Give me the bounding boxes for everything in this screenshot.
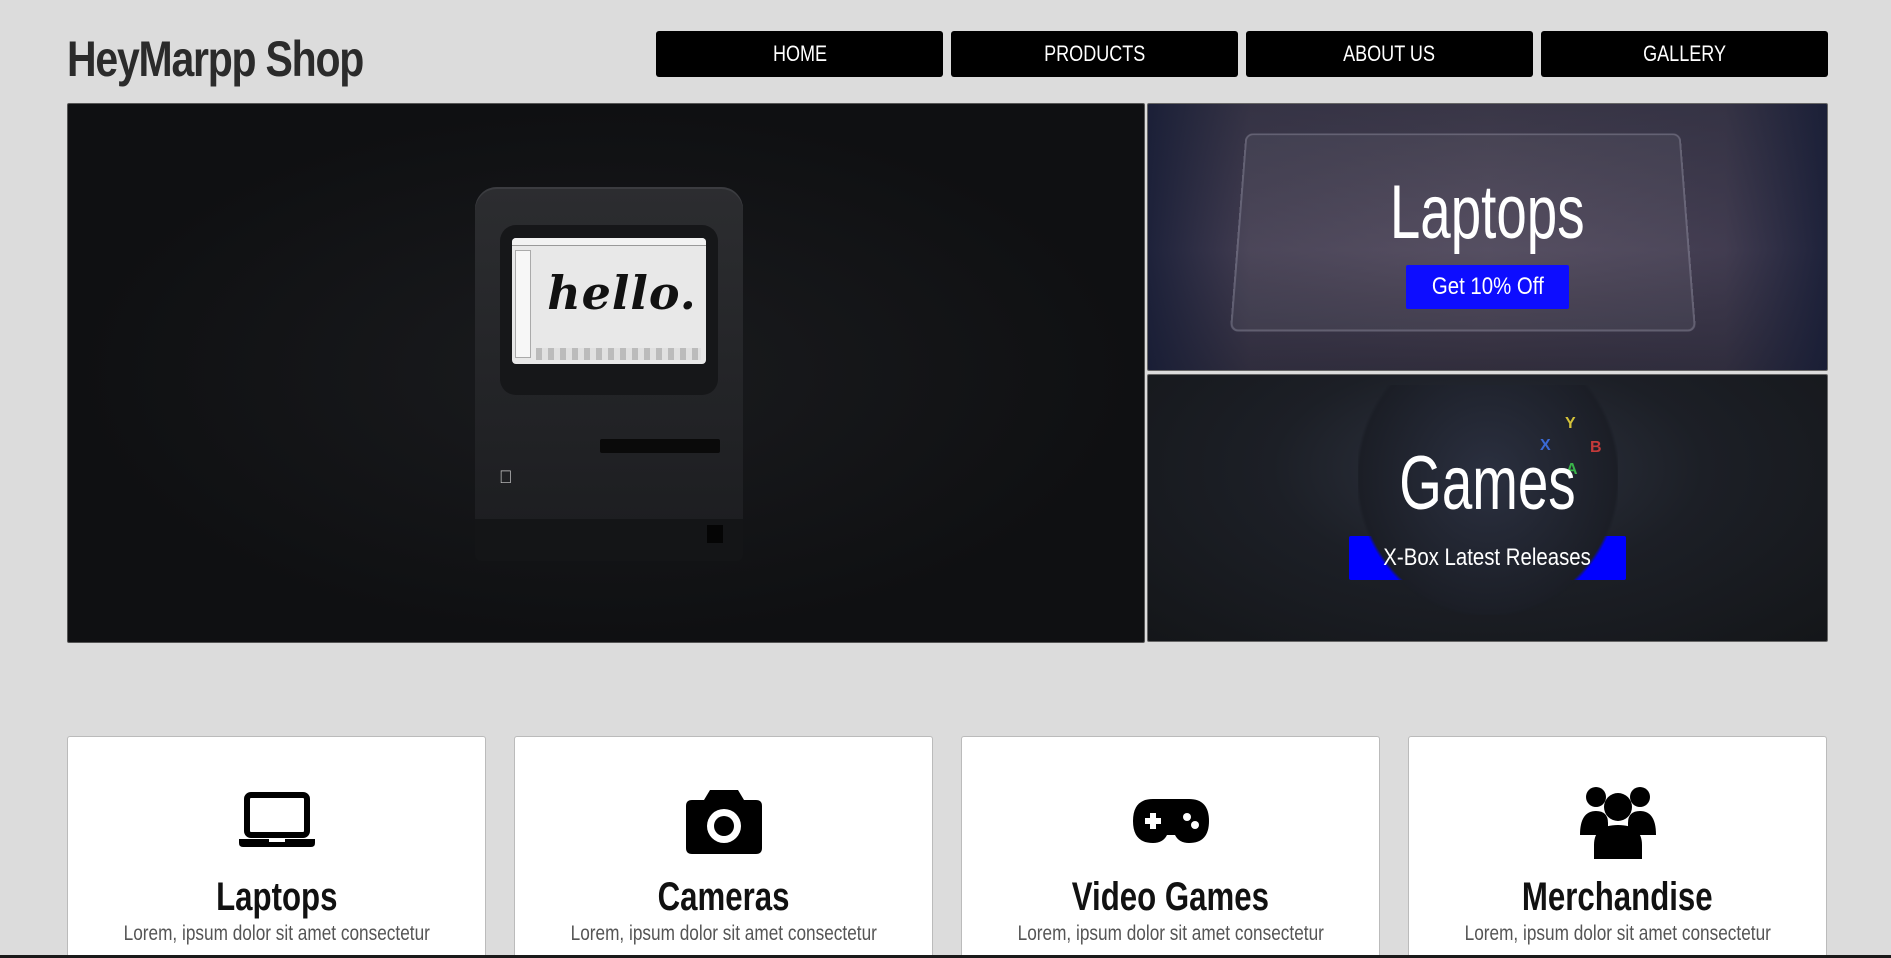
nav-home-label: HOME xyxy=(772,41,827,66)
nav-gallery-button[interactable]: GALLERY xyxy=(1541,31,1828,77)
screen-toolbox xyxy=(515,250,531,358)
controller-y-icon: Y xyxy=(1565,415,1576,432)
category-card-laptops[interactable]: Laptops Lorem, ipsum dolor sit amet cons… xyxy=(67,736,486,958)
computer-port xyxy=(707,525,723,543)
card-description: Lorem, ipsum dolor sit amet consectetur xyxy=(123,922,430,945)
screen-pattern-bar xyxy=(536,348,701,360)
gamepad-icon xyxy=(1131,781,1211,861)
nav-home-button[interactable]: HOME xyxy=(656,31,943,77)
nav-about-label: ABOUT US xyxy=(1343,41,1436,66)
hero-main-image: hello.  xyxy=(67,103,1145,643)
computer-body: hello.  xyxy=(475,187,743,524)
promo-games-title: Games xyxy=(1399,441,1576,526)
card-title: Laptops xyxy=(215,875,338,919)
screen-hello-text: hello. xyxy=(547,266,697,320)
apple-logo-icon:  xyxy=(499,467,513,488)
computer-bezel: hello. xyxy=(500,225,718,395)
promo-games-card[interactable]: Y X B A Games X-Box Latest Releases xyxy=(1147,374,1828,642)
promo-games-button-label: X-Box Latest Releases xyxy=(1383,544,1592,571)
card-description: Lorem, ipsum dolor sit amet consectetur xyxy=(1017,922,1324,945)
promo-laptops-card[interactable]: Laptops Get 10% Off xyxy=(1147,103,1828,371)
screen-menubar xyxy=(512,238,706,246)
nav-products-button[interactable]: PRODUCTS xyxy=(951,31,1238,77)
main-nav: HOME PRODUCTS ABOUT US GALLERY xyxy=(656,31,1828,77)
site-header: HeyMarpp Shop HOME PRODUCTS ABOUT US GAL… xyxy=(67,24,1828,88)
promo-laptops-title: Laptops xyxy=(1390,170,1585,255)
site-logo[interactable]: HeyMarpp Shop xyxy=(67,30,364,88)
computer-screen: hello. xyxy=(512,238,706,364)
laptop-icon xyxy=(237,781,317,861)
card-title: Video Games xyxy=(1071,875,1270,919)
hero-section: hello.  Laptops Get 10% Off Y X B A Gam… xyxy=(67,103,1828,643)
promo-laptops-button-label: Get 10% Off xyxy=(1431,273,1544,300)
card-title: Cameras xyxy=(657,875,790,919)
nav-gallery-label: GALLERY xyxy=(1643,41,1726,66)
card-title: Merchandise xyxy=(1522,875,1713,919)
category-card-merchandise[interactable]: Merchandise Lorem, ipsum dolor sit amet … xyxy=(1408,736,1827,958)
category-cards: Laptops Lorem, ipsum dolor sit amet cons… xyxy=(67,736,1828,958)
category-card-video-games[interactable]: Video Games Lorem, ipsum dolor sit amet … xyxy=(961,736,1380,958)
nav-products-label: PRODUCTS xyxy=(1043,41,1146,66)
card-description: Lorem, ipsum dolor sit amet consectetur xyxy=(570,922,877,945)
computer-base xyxy=(475,519,743,561)
category-card-cameras[interactable]: Cameras Lorem, ipsum dolor sit amet cons… xyxy=(514,736,933,958)
users-icon xyxy=(1578,781,1658,861)
floppy-slot xyxy=(600,439,720,453)
controller-b-icon: B xyxy=(1590,439,1602,456)
vintage-computer-image: hello.  xyxy=(475,187,743,561)
nav-about-button[interactable]: ABOUT US xyxy=(1246,31,1533,77)
card-description: Lorem, ipsum dolor sit amet consectetur xyxy=(1464,922,1771,945)
camera-icon xyxy=(684,781,764,861)
